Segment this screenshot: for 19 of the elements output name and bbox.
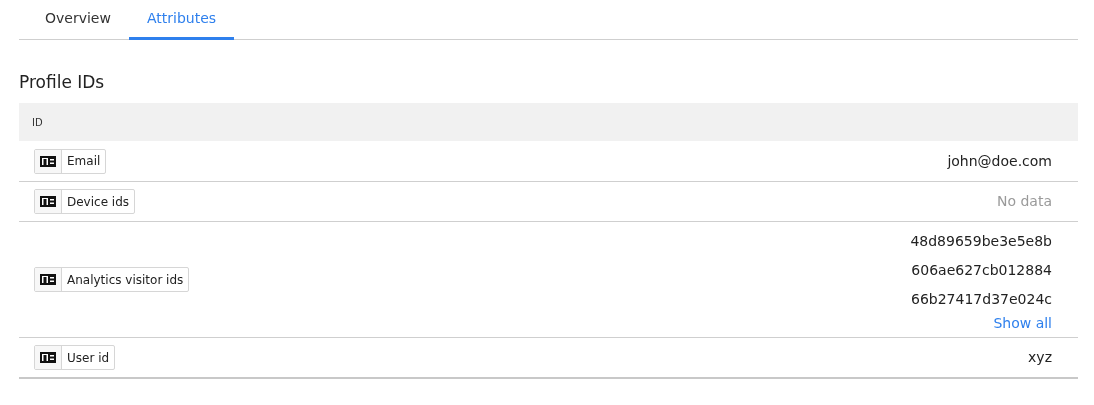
- attribute-label: User id: [66, 349, 111, 367]
- no-data-text: No data: [996, 192, 1052, 211]
- id-card-icon: [40, 196, 56, 207]
- column-header: ID: [32, 115, 43, 130]
- section-title: Profile IDs: [19, 71, 106, 94]
- id-value: 66b27417d37e024c: [911, 290, 1052, 309]
- id-card-icon: [40, 274, 56, 285]
- tab[interactable]: Attributes: [128, 0, 235, 40]
- id-value: xyz: [1028, 348, 1052, 367]
- attribute-label: Email: [66, 153, 102, 170]
- id-card-icon: [40, 155, 56, 167]
- id-value: 48d89659be3e5e8b: [910, 232, 1052, 251]
- id-value: john@doe.com: [947, 151, 1052, 171]
- attribute-label: Device ids: [66, 193, 131, 211]
- id-card-icon: [40, 352, 56, 363]
- attribute-label: Analytics visitor ids: [66, 271, 185, 289]
- tab[interactable]: Overview: [27, 0, 129, 40]
- id-value: 606ae627cb012884: [911, 261, 1052, 280]
- show-all-link[interactable]: Show all: [993, 314, 1052, 332]
